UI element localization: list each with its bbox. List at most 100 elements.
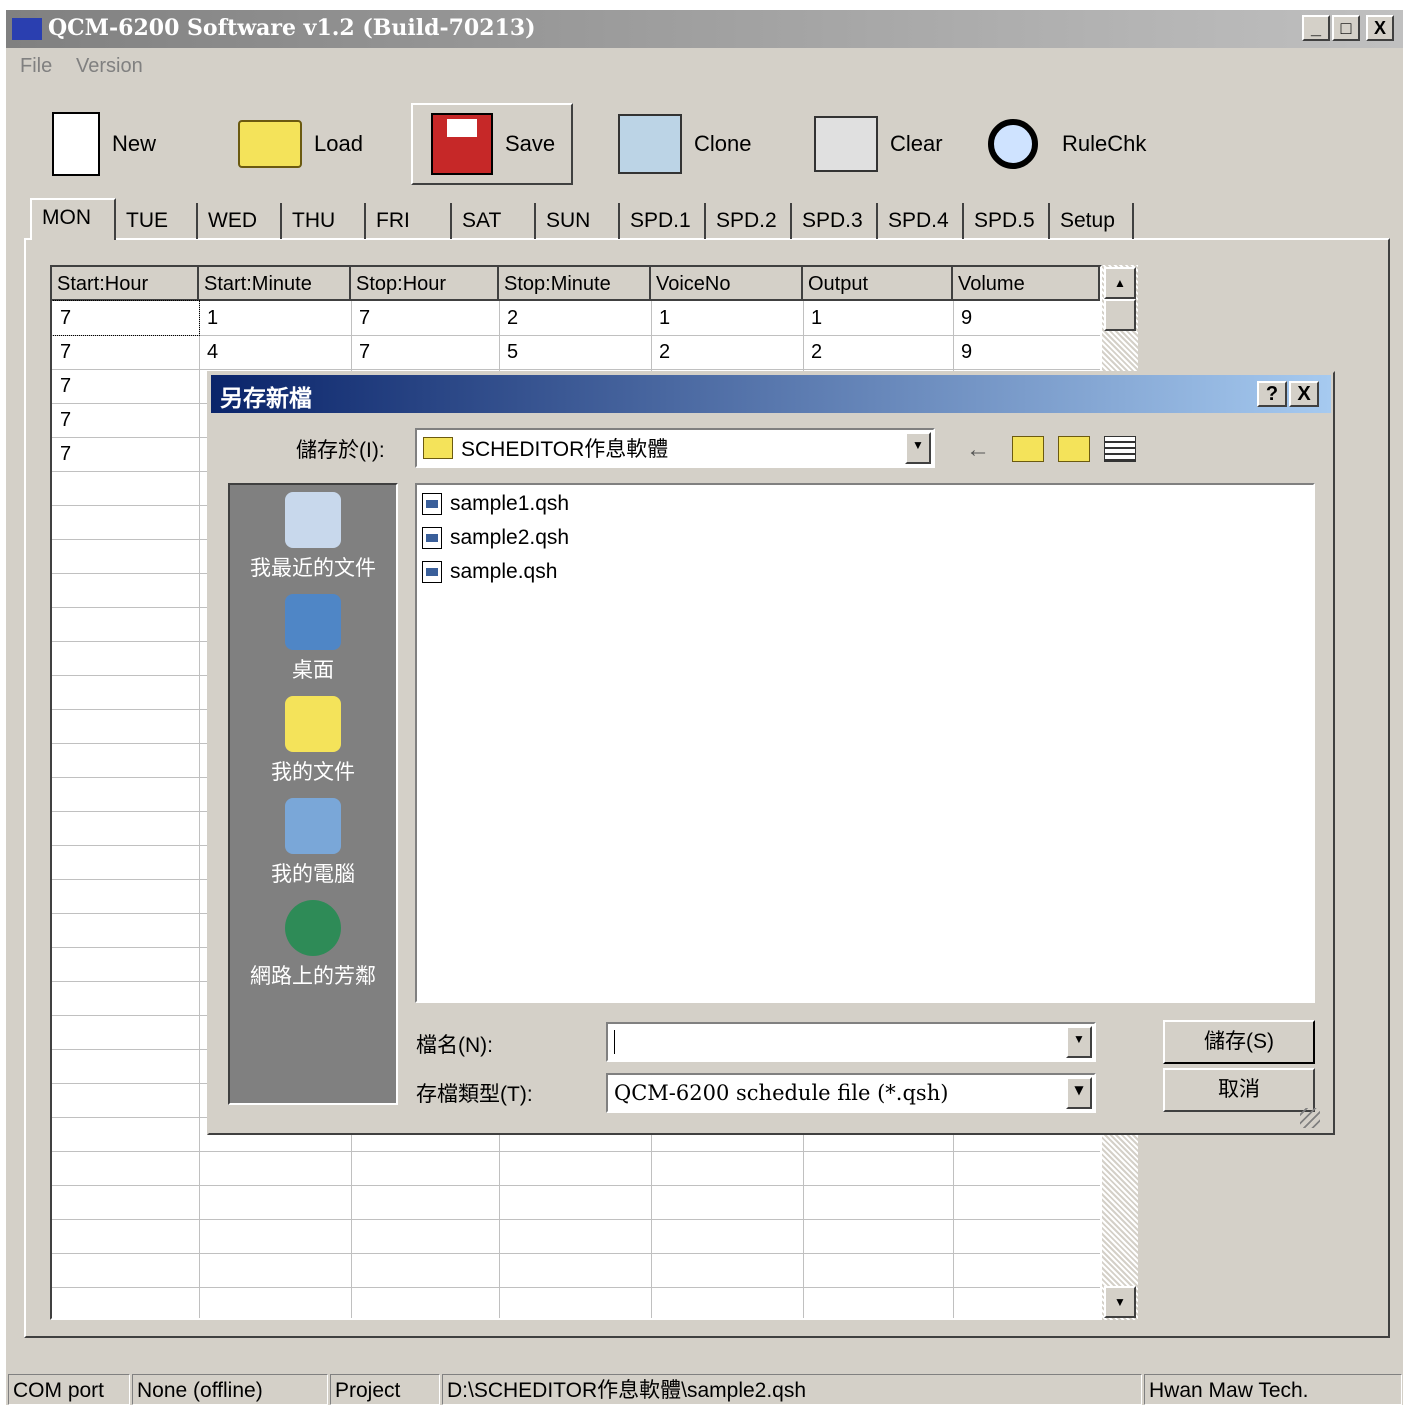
- tab-spd2[interactable]: SPD.2: [706, 203, 792, 239]
- chevron-down-icon[interactable]: ▼: [905, 432, 931, 464]
- grid-cell[interactable]: 7: [52, 300, 200, 336]
- place-recent[interactable]: 我最近的文件: [228, 492, 398, 582]
- column-header[interactable]: VoiceNo: [651, 267, 803, 301]
- column-header[interactable]: Output: [803, 267, 953, 301]
- tab-sat[interactable]: SAT: [452, 203, 536, 239]
- tab-mon[interactable]: MON: [30, 198, 116, 240]
- vendor-name: Hwan Maw Tech.: [1144, 1374, 1402, 1405]
- filetype-value: QCM-6200 schedule file (*.qsh): [614, 1081, 949, 1105]
- save-in-label: 儲存於(I):: [296, 439, 385, 462]
- column-header[interactable]: Start:Hour: [52, 267, 199, 301]
- grid-row-line: [52, 1151, 1100, 1152]
- folder-icon: [423, 437, 453, 459]
- menu-version[interactable]: Version: [76, 55, 143, 78]
- my-documents-icon: [285, 696, 341, 752]
- tab-thu[interactable]: THU: [282, 203, 366, 239]
- close-button[interactable]: X: [1366, 15, 1394, 41]
- filetype-dropdown[interactable]: QCM-6200 schedule file (*.qsh) ▼: [606, 1073, 1096, 1113]
- column-header[interactable]: Start:Minute: [199, 267, 351, 301]
- recent-documents-icon: [285, 492, 341, 548]
- grid-cell[interactable]: 2: [499, 301, 651, 335]
- folder-icon: [238, 120, 302, 168]
- tab-tue[interactable]: TUE: [116, 203, 198, 239]
- dialog-title-bar[interactable]: [211, 375, 1331, 413]
- com-port-label: COM port: [8, 1374, 130, 1405]
- tab-sun[interactable]: SUN: [536, 203, 620, 239]
- save-in-dropdown[interactable]: SCHEDITOR作息軟體 ▼: [415, 428, 935, 468]
- grid-cell[interactable]: 9: [953, 335, 1100, 369]
- filename-label: 檔名(N):: [416, 1034, 493, 1057]
- project-path: D:\SCHEDITOR作息軟體\sample2.qsh: [442, 1374, 1142, 1405]
- scroll-down-arrow[interactable]: ▼: [1104, 1286, 1136, 1318]
- tab-setup[interactable]: Setup: [1050, 203, 1134, 239]
- grid-cell[interactable]: 7: [52, 335, 199, 369]
- new-folder-icon[interactable]: [1058, 436, 1090, 462]
- grid-cell[interactable]: 7: [52, 369, 199, 403]
- place-my-documents[interactable]: 我的文件: [228, 696, 398, 786]
- help-button[interactable]: ?: [1257, 381, 1287, 407]
- grid-cell[interactable]: 7: [52, 437, 199, 471]
- file-item[interactable]: sample1.qsh: [422, 487, 569, 521]
- place-network[interactable]: 網路上的芳鄰: [228, 900, 398, 990]
- tab-wed[interactable]: WED: [198, 203, 282, 239]
- filetype-label: 存檔類型(T):: [416, 1083, 533, 1106]
- new-button[interactable]: New: [52, 103, 156, 185]
- grid-cell[interactable]: 1: [651, 301, 803, 335]
- column-header[interactable]: Stop:Hour: [351, 267, 499, 301]
- save-button[interactable]: Save: [411, 103, 573, 185]
- menu-file[interactable]: File: [20, 55, 52, 78]
- column-header[interactable]: Stop:Minute: [499, 267, 651, 301]
- grid-cell[interactable]: 5: [499, 335, 651, 369]
- filename-input[interactable]: ▼: [606, 1022, 1096, 1062]
- save-in-value: SCHEDITOR作息軟體: [461, 438, 669, 461]
- up-folder-icon[interactable]: [1012, 436, 1044, 462]
- grid-row-line: [52, 1219, 1100, 1220]
- scroll-up-arrow[interactable]: ▲: [1104, 267, 1136, 299]
- tab-spd3[interactable]: SPD.3: [792, 203, 878, 239]
- load-button[interactable]: Load: [238, 103, 363, 185]
- grid-row-line: [52, 1185, 1100, 1186]
- grid-cell[interactable]: 2: [803, 335, 953, 369]
- chevron-down-icon[interactable]: ▼: [1066, 1077, 1092, 1109]
- floppy-disk-icon: [431, 113, 493, 175]
- maximize-button[interactable]: □: [1332, 15, 1360, 41]
- view-menu-icon[interactable]: [1104, 436, 1136, 462]
- file-item[interactable]: sample2.qsh: [422, 521, 569, 555]
- clear-button[interactable]: Clear: [814, 103, 943, 185]
- desktop-icon: [285, 594, 341, 650]
- tab-fri[interactable]: FRI: [366, 203, 452, 239]
- grid-cell[interactable]: 7: [52, 403, 199, 437]
- project-label: Project: [330, 1374, 440, 1405]
- window-title: QCM-6200 Software v1.2 (Build-70213): [48, 15, 536, 41]
- grid-cell[interactable]: 1: [199, 301, 351, 335]
- grid-cell[interactable]: 7: [351, 335, 499, 369]
- clone-button[interactable]: Clone: [618, 103, 751, 185]
- tab-spd5[interactable]: SPD.5: [964, 203, 1050, 239]
- save-dialog-button[interactable]: 儲存(S): [1163, 1020, 1315, 1064]
- grid-row-line: [52, 1287, 1100, 1288]
- tab-spd1[interactable]: SPD.1: [620, 203, 706, 239]
- chevron-down-icon[interactable]: ▼: [1066, 1026, 1092, 1058]
- grid-cell[interactable]: 9: [953, 301, 1100, 335]
- network-places-icon: [285, 900, 341, 956]
- com-port-value: None (offline): [132, 1374, 328, 1405]
- app-icon: [12, 18, 42, 40]
- scroll-thumb[interactable]: [1104, 299, 1136, 331]
- back-icon[interactable]: ←: [966, 436, 990, 464]
- tab-spd4[interactable]: SPD.4: [878, 203, 964, 239]
- file-item[interactable]: sample.qsh: [422, 555, 557, 589]
- resize-grip-icon[interactable]: [1300, 1108, 1320, 1128]
- grid-cell[interactable]: 7: [351, 301, 499, 335]
- dialog-close-button[interactable]: X: [1289, 381, 1319, 407]
- cancel-button[interactable]: 取消: [1163, 1068, 1315, 1112]
- place-my-computer[interactable]: 我的電腦: [228, 798, 398, 888]
- grid-cell[interactable]: 2: [651, 335, 803, 369]
- place-desktop[interactable]: 桌面: [228, 594, 398, 684]
- dialog-title: 另存新檔: [220, 385, 312, 411]
- grid-cell[interactable]: 4: [199, 335, 351, 369]
- my-computer-icon: [285, 798, 341, 854]
- column-header[interactable]: Volume: [953, 267, 1100, 301]
- grid-cell[interactable]: 1: [803, 301, 953, 335]
- rulechk-button[interactable]: RuleChk: [988, 103, 1146, 185]
- minimize-button[interactable]: _: [1302, 15, 1330, 41]
